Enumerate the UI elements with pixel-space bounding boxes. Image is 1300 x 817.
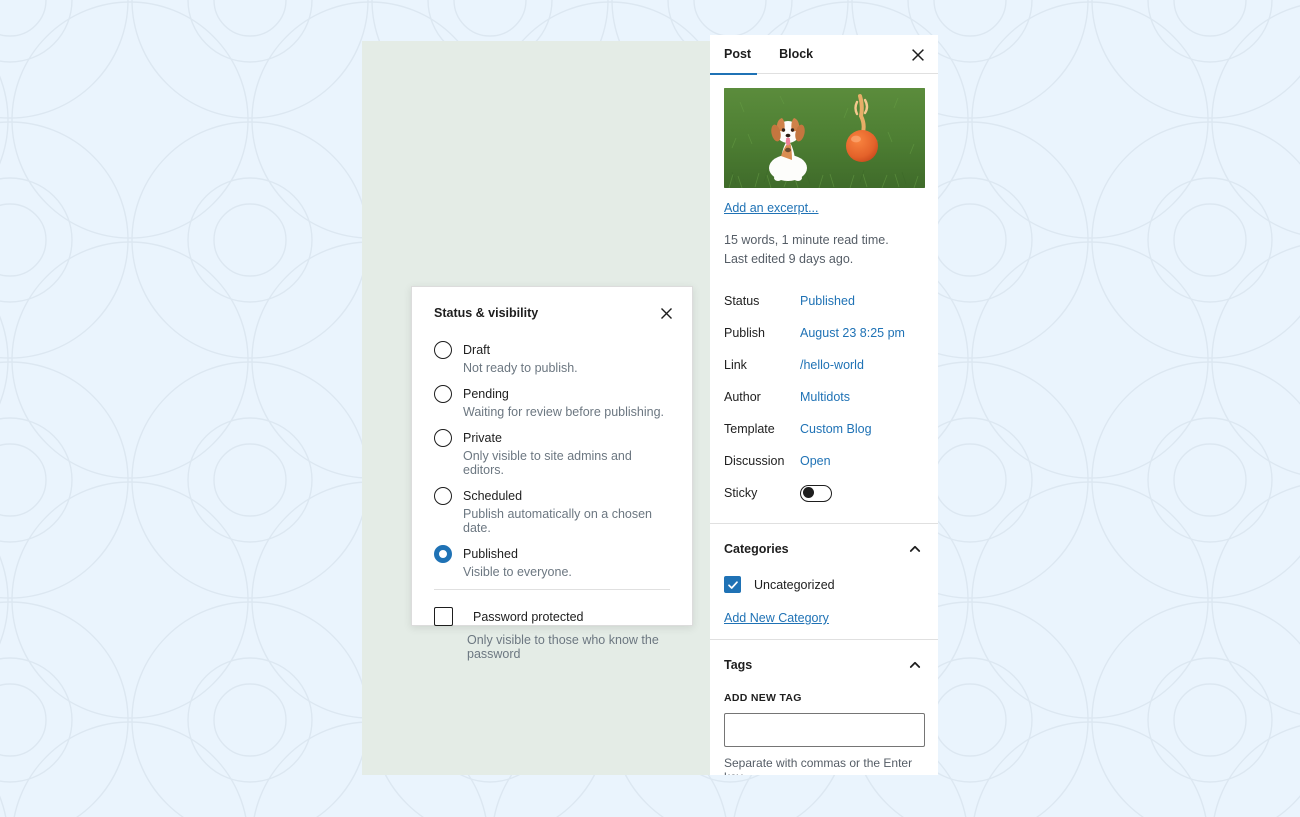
radio-published-help: Visible to everyone.: [463, 565, 572, 579]
categories-panel: Categories Uncategorized Add New Categor…: [710, 524, 938, 640]
add-new-tag-label: ADD NEW TAG: [724, 692, 802, 704]
tags-title: Tags: [724, 658, 753, 672]
password-protected-label: Password protected: [473, 609, 584, 624]
permalink-button[interactable]: /hello-world: [800, 358, 864, 372]
status-visibility-dialog: Status & visibility Draft Not ready to p…: [411, 286, 693, 661]
sticky-toggle-knob: [803, 487, 814, 498]
radio-draft[interactable]: [434, 341, 452, 359]
close-icon: [912, 49, 924, 61]
radio-private-help: Only visible to site admins and editors.: [463, 449, 632, 477]
link-label: Link: [724, 358, 747, 372]
meta-row-author: Author Multidots: [724, 381, 924, 413]
close-icon: [660, 307, 672, 319]
dialog-title: Status & visibility: [434, 306, 539, 320]
tab-block[interactable]: Block: [765, 35, 827, 74]
radio-scheduled[interactable]: [434, 487, 452, 505]
meta-row-link: Link /hello-world: [724, 349, 924, 381]
radio-private[interactable]: [434, 429, 452, 447]
dialog-close-button[interactable]: [654, 301, 678, 325]
author-value-button[interactable]: Multidots: [800, 390, 850, 404]
radio-published-label: Published: [463, 547, 518, 561]
visibility-option-published[interactable]: Published: [434, 545, 670, 563]
password-protected-help: Only visible to those who know the passw…: [467, 633, 659, 661]
radio-scheduled-help: Publish automatically on a chosen date.: [463, 507, 653, 535]
radio-draft-help: Not ready to publish.: [463, 361, 578, 375]
status-value-button[interactable]: Published: [800, 294, 855, 308]
tags-help-text: Separate with commas or the Enter key.: [724, 756, 913, 775]
visibility-option-pending[interactable]: Pending: [434, 385, 670, 403]
visibility-options-list: Draft Not ready to publish. Pending Wait…: [412, 325, 692, 579]
featured-image-graphic: [724, 88, 925, 188]
visibility-option-private[interactable]: Private: [434, 429, 670, 447]
password-protected-row[interactable]: Password protected: [412, 607, 692, 626]
radio-private-label: Private: [463, 431, 502, 445]
close-sidebar-button[interactable]: [906, 43, 930, 67]
tab-post[interactable]: Post: [710, 35, 765, 75]
discussion-value-button[interactable]: Open: [800, 454, 831, 468]
radio-pending[interactable]: [434, 385, 452, 403]
add-new-category-link[interactable]: Add New Category: [724, 611, 829, 625]
sidebar-tab-bar: Post Block: [710, 35, 938, 75]
sticky-label: Sticky: [724, 486, 758, 500]
category-item-uncategorized[interactable]: Uncategorized: [724, 576, 924, 593]
radio-pending-help: Waiting for review before publishing.: [463, 405, 665, 419]
post-stats: 15 words, 1 minute read time. Last edite…: [724, 231, 924, 269]
discussion-label: Discussion: [724, 454, 785, 468]
chevron-up-icon: [906, 540, 924, 558]
status-label: Status: [724, 294, 760, 308]
password-protected-checkbox[interactable]: [434, 607, 453, 626]
post-settings-sidebar: Post Block Add an excerpt... 15 words, 1…: [710, 35, 938, 775]
radio-scheduled-label: Scheduled: [463, 489, 523, 503]
chevron-up-icon: [906, 656, 924, 674]
tags-panel-header[interactable]: Tags: [724, 654, 924, 674]
publish-date-button[interactable]: August 23 8:25 pm: [800, 326, 905, 340]
add-excerpt-link[interactable]: Add an excerpt...: [724, 201, 819, 215]
meta-row-publish: Publish August 23 8:25 pm: [724, 317, 924, 349]
radio-pending-label: Pending: [463, 387, 509, 401]
check-icon: [727, 580, 738, 589]
meta-row-status: Status Published: [724, 285, 924, 317]
template-label: Template: [724, 422, 775, 436]
tags-panel: Tags ADD NEW TAG Separate with commas or…: [710, 640, 938, 775]
meta-row-sticky: Sticky: [724, 477, 924, 509]
add-new-tag-input[interactable]: [724, 713, 925, 747]
post-meta-rows: Status Published Publish August 23 8:25 …: [724, 285, 924, 509]
meta-row-discussion: Discussion Open: [724, 445, 924, 477]
post-summary-section: Add an excerpt... 15 words, 1 minute rea…: [710, 74, 938, 524]
dialog-divider: [434, 589, 670, 590]
visibility-option-draft[interactable]: Draft: [434, 341, 670, 359]
categories-title: Categories: [724, 542, 789, 556]
publish-label: Publish: [724, 326, 765, 340]
featured-image[interactable]: [724, 88, 925, 188]
category-checkbox[interactable]: [724, 576, 741, 593]
sticky-toggle[interactable]: [800, 484, 832, 502]
radio-draft-label: Draft: [463, 343, 491, 357]
word-count-text: 15 words, 1 minute read time.: [724, 233, 889, 247]
meta-row-template: Template Custom Blog: [724, 413, 924, 445]
category-label: Uncategorized: [754, 577, 835, 592]
author-label: Author: [724, 390, 761, 404]
visibility-option-scheduled[interactable]: Scheduled: [434, 487, 670, 505]
categories-panel-header[interactable]: Categories: [724, 538, 924, 558]
radio-published[interactable]: [434, 545, 452, 563]
dialog-header: Status & visibility: [412, 287, 692, 325]
template-value-button[interactable]: Custom Blog: [800, 422, 872, 436]
last-edited-text: Last edited 9 days ago.: [724, 252, 854, 266]
